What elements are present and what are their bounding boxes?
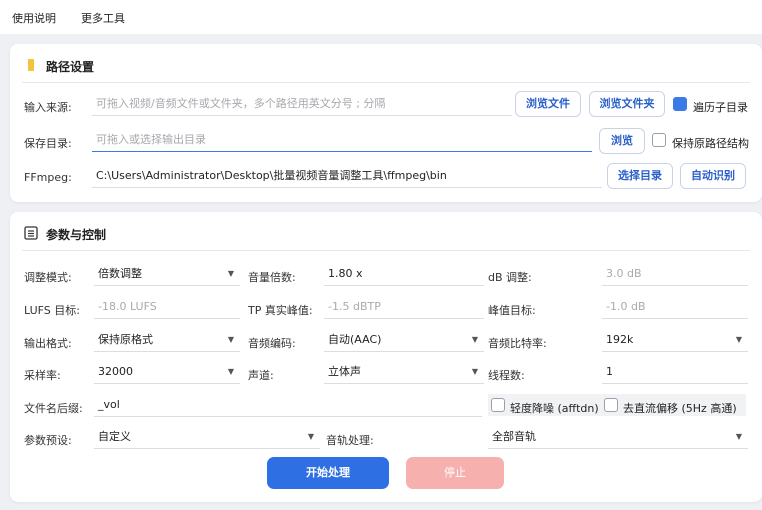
caret-down-icon: ▼ — [735, 432, 742, 441]
track-processing-value: 全部音轨 — [492, 430, 536, 443]
section-title-params: 参数与控制 — [46, 228, 107, 242]
output-format-label: 输出格式: — [24, 337, 72, 350]
audio-codec-value: 自动(AAC) — [328, 333, 382, 346]
caret-down-icon: ▼ — [471, 367, 478, 376]
list-icon — [24, 226, 38, 240]
audio-bitrate-value: 192k — [606, 333, 634, 346]
caret-down-icon: ▼ — [735, 335, 742, 344]
filename-suffix-field[interactable]: _vol — [94, 393, 482, 417]
channels-select[interactable]: 立体声 ▼ — [324, 360, 484, 384]
divider — [22, 82, 750, 83]
peak-target-label: 峰值目标: — [488, 304, 536, 317]
menu-bar: 使用说明 更多工具 — [0, 0, 762, 34]
dc-offset-checkbox[interactable] — [604, 398, 618, 412]
volume-multiplier-field[interactable]: 1.80 x — [324, 262, 484, 286]
filename-suffix-label: 文件名后缀: — [24, 402, 83, 415]
stop-button[interactable]: 停止 — [406, 457, 504, 489]
caret-down-icon: ▼ — [471, 335, 478, 344]
output-format-select[interactable]: 保持原格式 ▼ — [94, 328, 240, 352]
keep-structure-checkbox[interactable] — [652, 133, 666, 147]
save-dir-field[interactable]: 可拖入或选择输出目录 — [92, 128, 592, 152]
sample-rate-value: 32000 — [98, 365, 133, 378]
audio-codec-label: 音频编码: — [248, 337, 296, 350]
track-processing-label: 音轨处理: — [326, 434, 374, 447]
threads-label: 线程数: — [488, 369, 525, 382]
track-processing-select[interactable]: 全部音轨 ▼ — [488, 425, 748, 449]
preset-value: 自定义 — [98, 430, 131, 443]
sample-rate-label: 采样率: — [24, 369, 61, 382]
input-source-label: 输入来源: — [24, 101, 72, 114]
audio-bitrate-label: 音频比特率: — [488, 337, 547, 350]
adjust-mode-select[interactable]: 倍数调整 ▼ — [94, 262, 240, 286]
traverse-subdirs-label: 遍历子目录 — [693, 101, 748, 114]
lufs-target-label: LUFS 目标: — [24, 304, 80, 317]
select-dir-button[interactable]: 选择目录 — [607, 163, 673, 189]
ffmpeg-path-field[interactable]: C:\Users\Administrator\Desktop\批量视频音量调整工… — [92, 164, 602, 188]
menu-more-tools[interactable]: 更多工具 — [81, 10, 125, 26]
caret-down-icon: ▼ — [227, 335, 234, 344]
channels-label: 声道: — [248, 369, 274, 382]
audio-bitrate-select[interactable]: 192k ▼ — [602, 328, 748, 352]
path-settings-card: 路径设置 输入来源: 可拖入视频/音频文件或文件夹，多个路径用英文分号 ; 分隔… — [10, 44, 762, 202]
params-control-card: 参数与控制 调整模式: 倍数调整 ▼ 音量倍数: 1.80 x dB 调整: 3… — [10, 212, 762, 502]
ffmpeg-label: FFmpeg: — [24, 171, 72, 184]
peak-target-field[interactable]: -1.0 dB — [602, 295, 748, 319]
channels-value: 立体声 — [328, 365, 361, 378]
db-adjust-label: dB 调整: — [488, 271, 532, 284]
threads-field[interactable]: 1 — [602, 360, 748, 384]
adjust-mode-value: 倍数调整 — [98, 267, 142, 280]
folder-icon — [28, 59, 34, 71]
light-denoise-checkbox[interactable] — [491, 398, 505, 412]
input-source-field[interactable]: 可拖入视频/音频文件或文件夹，多个路径用英文分号 ; 分隔 — [92, 92, 512, 116]
keep-structure-label: 保持原路径结构 — [672, 137, 749, 150]
start-button[interactable]: 开始处理 — [267, 457, 389, 489]
auto-detect-button[interactable]: 自动识别 — [680, 163, 746, 189]
caret-down-icon: ▼ — [227, 367, 234, 376]
caret-down-icon: ▼ — [307, 432, 314, 441]
adjust-mode-label: 调整模式: — [24, 271, 72, 284]
sample-rate-select[interactable]: 32000 ▼ — [94, 360, 240, 384]
menu-usage[interactable]: 使用说明 — [12, 10, 56, 26]
dc-offset-label: 去直流偏移 (5Hz 高通) — [623, 402, 737, 415]
audio-codec-select[interactable]: 自动(AAC) ▼ — [324, 328, 484, 352]
db-adjust-field[interactable]: 3.0 dB — [602, 262, 748, 286]
browse-file-button[interactable]: 浏览文件 — [515, 91, 581, 117]
preset-select[interactable]: 自定义 ▼ — [94, 425, 320, 449]
section-title-path: 路径设置 — [46, 60, 95, 74]
volume-multiplier-label: 音量倍数: — [248, 271, 296, 284]
caret-down-icon: ▼ — [227, 269, 234, 278]
output-format-value: 保持原格式 — [98, 333, 153, 346]
light-denoise-label: 轻度降噪 (afftdn) — [510, 402, 599, 415]
preset-label: 参数预设: — [24, 434, 72, 447]
divider — [22, 250, 750, 251]
tp-peak-field[interactable]: -1.5 dBTP — [324, 295, 484, 319]
save-dir-label: 保存目录: — [24, 137, 72, 150]
browse-folder-button[interactable]: 浏览文件夹 — [589, 91, 665, 117]
tp-peak-label: TP 真实峰值: — [248, 304, 313, 317]
traverse-subdirs-checkbox[interactable] — [673, 97, 687, 111]
lufs-target-field[interactable]: -18.0 LUFS — [94, 295, 240, 319]
browse-save-dir-button[interactable]: 浏览 — [599, 128, 645, 154]
